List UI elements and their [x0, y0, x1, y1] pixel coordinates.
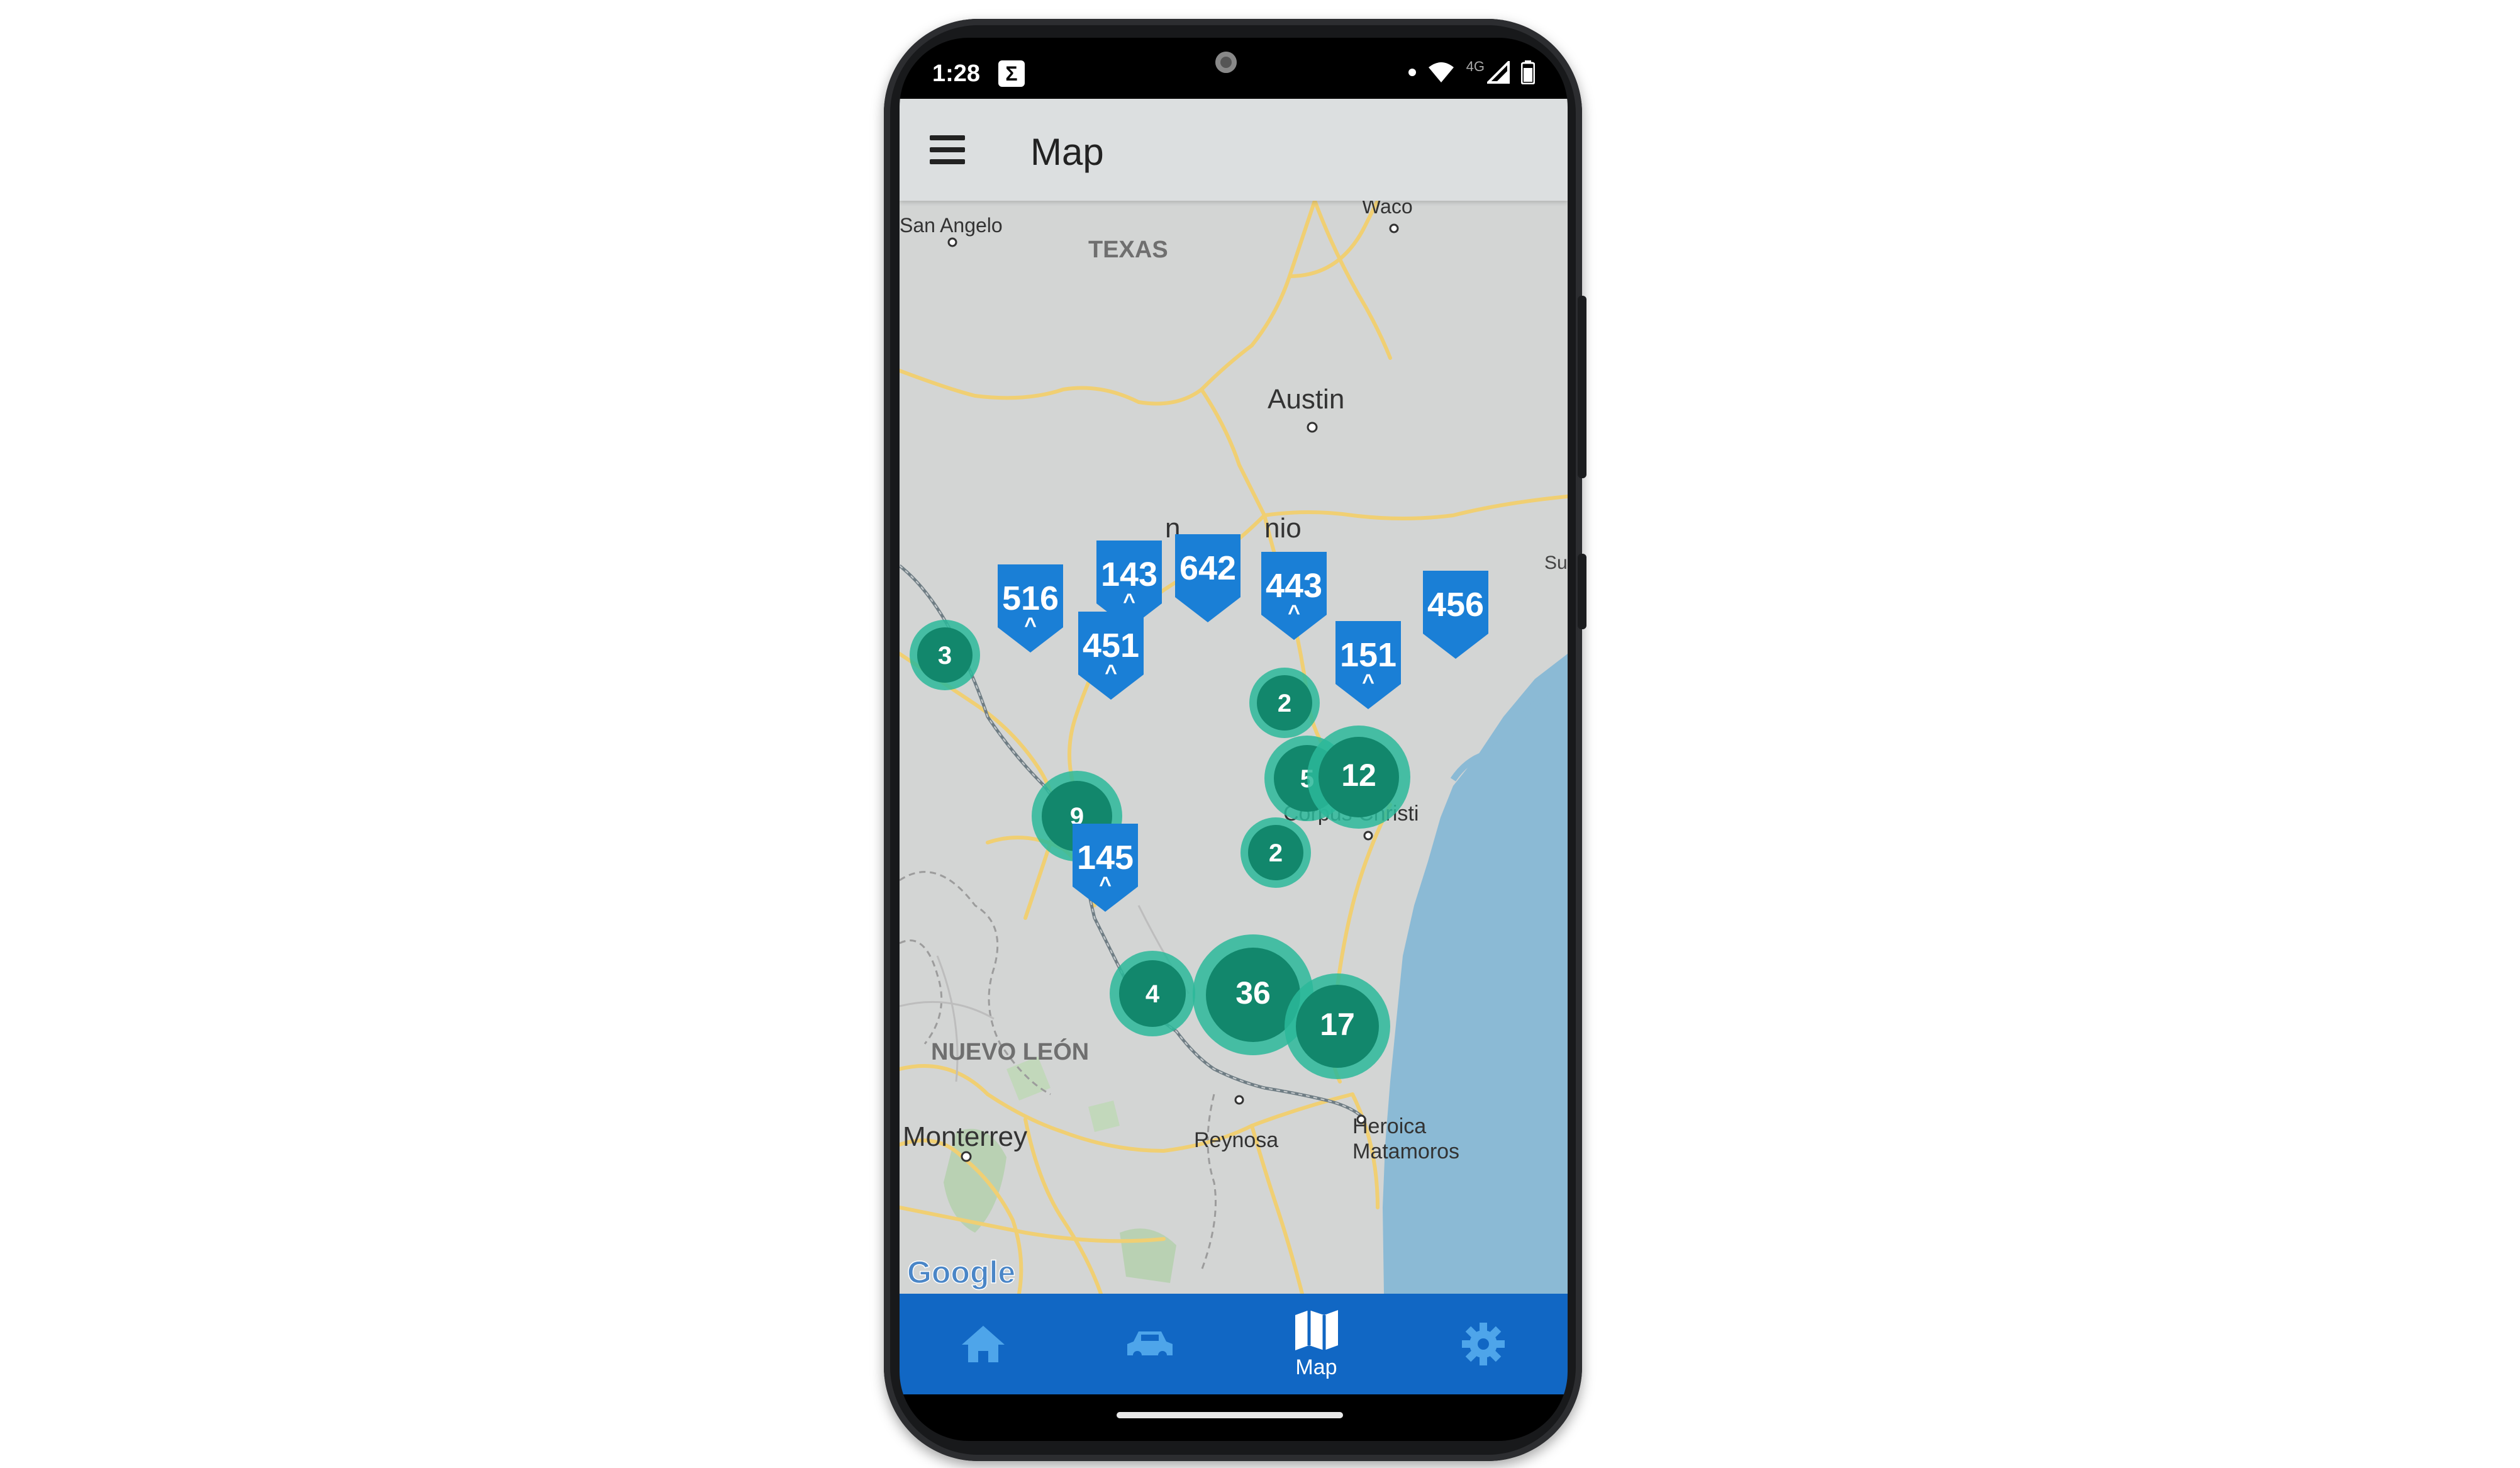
map-icon [1295, 1309, 1338, 1350]
city-dot-corpus-christi [1363, 831, 1373, 841]
gulf-of-mexico [1383, 654, 1568, 1294]
map-view[interactable]: San Angelo Waco TEXAS Austin n nio Su Co… [900, 201, 1568, 1294]
pin-sublabel: ^ [1105, 661, 1117, 685]
cluster-count: 12 [1341, 758, 1376, 793]
pin-sublabel: ^ [1123, 590, 1135, 614]
cluster-marker[interactable]: 2 [1240, 817, 1311, 888]
pin-label: 151 [1340, 636, 1397, 674]
cluster-marker[interactable]: 2 [1249, 668, 1320, 738]
pin-sublabel: ^ [1099, 873, 1112, 897]
pin-label: 143 [1101, 556, 1157, 593]
location-pin[interactable]: 145^ [1073, 824, 1138, 912]
google-logo: Google [907, 1255, 1015, 1290]
cluster-marker[interactable]: 12 [1307, 726, 1410, 829]
label-heroica: Heroica [1352, 1114, 1426, 1138]
label-austin: Austin [1268, 384, 1344, 415]
gear-icon [1461, 1323, 1505, 1365]
battery-icon [1521, 60, 1535, 84]
label-reynosa: Reynosa [1194, 1128, 1278, 1152]
status-time: 1:28 [932, 60, 981, 87]
nav-settings[interactable] [1400, 1294, 1566, 1394]
label-nuevo-leon: NUEVO LEÓN [931, 1038, 1089, 1065]
car-icon [1127, 1331, 1173, 1360]
location-pin[interactable]: 516^ [998, 564, 1063, 653]
app-notification-icon: Σ [998, 60, 1025, 87]
nav-home[interactable] [900, 1294, 1066, 1394]
hamburger-menu-icon[interactable] [930, 135, 965, 164]
location-pin[interactable]: 642 [1175, 534, 1240, 622]
label-waco: Waco [1362, 201, 1413, 218]
cluster-marker[interactable]: 17 [1285, 973, 1390, 1079]
pin-label: 451 [1083, 627, 1139, 664]
power-button [1578, 554, 1586, 629]
app-bar: Map [900, 99, 1568, 201]
state-border [1200, 1094, 1217, 1271]
label-sugar-land-partial: Su [1544, 552, 1568, 573]
location-pin[interactable]: 443^ [1261, 552, 1327, 640]
label-san-angelo: San Angelo [900, 214, 1003, 237]
status-icons: 4G [1408, 59, 1535, 84]
cluster-count: 2 [1269, 839, 1283, 867]
page-title: Map [1030, 131, 1104, 173]
label-san-antonio-partial2: nio [1264, 513, 1302, 544]
pin-label: 145 [1077, 839, 1134, 877]
phone-screen: 1:28 Σ 4G Map San Angelo Waco TEXAS Aust… [900, 38, 1568, 1441]
notification-dot-icon [1408, 69, 1416, 76]
nav-map[interactable]: Map [1233, 1294, 1400, 1394]
network-type: 4G [1466, 59, 1485, 74]
cluster-count: 4 [1146, 980, 1160, 1008]
state-border [900, 939, 943, 1045]
gesture-home-bar[interactable] [1117, 1412, 1343, 1418]
cluster-count: 17 [1320, 1007, 1355, 1042]
park-area [1088, 1101, 1120, 1132]
wifi-icon [1428, 62, 1454, 82]
cluster-marker[interactable]: 3 [910, 620, 980, 690]
pin-label: 642 [1179, 549, 1236, 587]
pin-label: 516 [1002, 580, 1059, 617]
pin-sublabel: ^ [1362, 670, 1374, 694]
pin-sublabel: ^ [1288, 601, 1300, 625]
home-icon [961, 1326, 1005, 1362]
status-bar: 1:28 Σ 4G [900, 38, 1568, 99]
cluster-count: 3 [938, 642, 952, 670]
city-dot-monterrey [961, 1151, 972, 1162]
nav-map-label: Map [1295, 1355, 1337, 1379]
front-camera [1215, 52, 1237, 73]
city-dot-reynosa [1234, 1095, 1244, 1105]
nav-vehicles[interactable] [1066, 1294, 1233, 1394]
city-dot-austin [1307, 422, 1318, 433]
city-dot-waco [1389, 223, 1399, 233]
pin-label: 456 [1427, 586, 1484, 624]
pin-sublabel: ^ [1024, 614, 1037, 637]
volume-button [1578, 296, 1586, 478]
cluster-layer[interactable]: 325 12924 3617 [910, 620, 1410, 1079]
label-texas: TEXAS [1088, 237, 1168, 263]
map-canvas[interactable]: San Angelo Waco TEXAS Austin n nio Su Co… [900, 201, 1568, 1294]
label-monterrey: Monterrey [903, 1121, 1027, 1152]
pin-label: 443 [1266, 567, 1322, 605]
cluster-count: 2 [1278, 690, 1291, 717]
cell-signal-icon [1487, 61, 1510, 84]
park-area [1120, 1228, 1176, 1283]
city-dot-san-angelo [947, 237, 957, 247]
location-pin[interactable]: 151^ [1335, 621, 1401, 709]
location-pin[interactable]: 456 [1423, 571, 1488, 659]
label-matamoros: Matamoros [1352, 1140, 1459, 1163]
cluster-marker[interactable]: 4 [1110, 951, 1195, 1036]
bottom-navigation: Map [900, 1294, 1568, 1394]
cluster-count: 36 [1235, 975, 1271, 1011]
